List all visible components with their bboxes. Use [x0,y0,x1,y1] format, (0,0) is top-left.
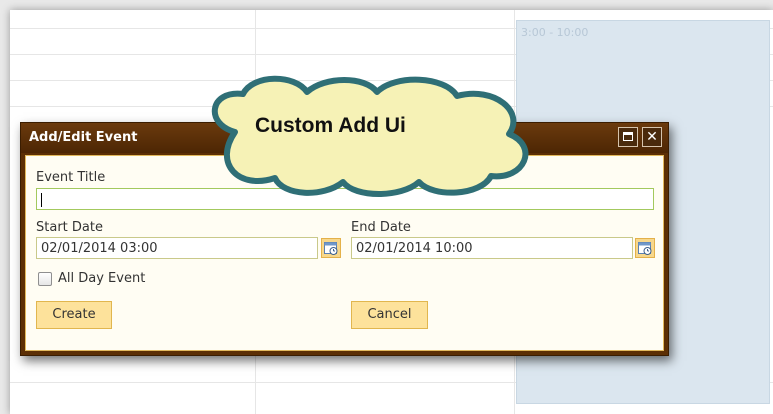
text-cursor [41,192,42,207]
create-button[interactable]: Create [36,301,112,329]
all-day-checkbox[interactable] [38,272,52,286]
end-date-input[interactable]: 02/01/2014 10:00 [351,237,633,259]
start-date-label: Start Date [36,220,103,235]
end-date-value: 02/01/2014 10:00 [356,241,473,256]
cancel-button[interactable]: Cancel [351,301,428,329]
dialog-title: Add/Edit Event [29,130,138,145]
close-button[interactable]: ✕ [642,127,662,147]
start-date-picker-button[interactable] [321,238,341,258]
calendar-clock-icon [324,242,338,255]
maximize-icon [623,132,633,141]
start-date-value: 02/01/2014 03:00 [41,241,158,256]
event-title-label: Event Title [36,170,106,185]
all-day-label: All Day Event [58,271,146,286]
calendar-clock-icon [638,242,652,255]
end-date-picker-button[interactable] [635,238,655,258]
callout-text: Custom Add Ui [255,114,406,137]
appointment-time: 3:00 - 10:00 [521,26,589,39]
maximize-button[interactable] [618,127,638,147]
start-date-input[interactable]: 02/01/2014 03:00 [36,237,318,259]
end-date-label: End Date [351,220,411,235]
close-icon: ✕ [646,129,658,145]
